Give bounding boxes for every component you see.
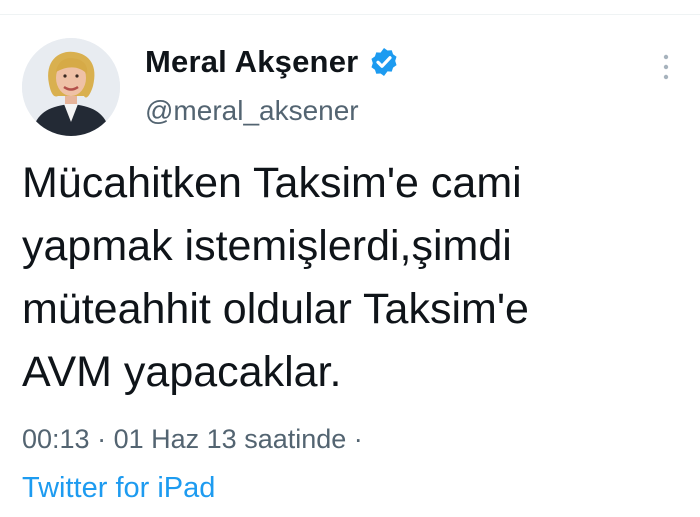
tweet-text-line: yapmak istemişlerdi,şimdi (22, 222, 512, 270)
meta-separator: · (353, 424, 363, 454)
author-display-name[interactable]: Meral Akşener (145, 44, 358, 80)
avatar-image (22, 38, 120, 136)
author-avatar[interactable] (22, 38, 120, 136)
verified-badge-icon (371, 48, 397, 76)
tweet-meta-row: 00:13 · 01 Haz 13 saatinde · (22, 424, 363, 455)
meta-separator: · (97, 424, 107, 454)
tweet-source-link[interactable]: Twitter for iPad (22, 472, 215, 505)
tweet-text-line: Mücahitken Taksim'e cami (22, 159, 522, 207)
tweet-time[interactable]: 00:13 (22, 424, 90, 454)
tweet-date[interactable]: 01 Haz 13 saatinde (114, 424, 347, 454)
author-handle[interactable]: @meral_aksener (145, 95, 359, 127)
top-divider (0, 14, 700, 15)
more-options-icon[interactable] (654, 50, 678, 84)
tweet-text: Mücahitken Taksim'e cami yapmak istemişl… (22, 152, 682, 404)
author-name-row[interactable]: Meral Akşener (145, 44, 400, 80)
tweet-text-line: müteahhit oldular Taksim'e (22, 285, 529, 333)
tweet-text-line: AVM yapacaklar. (22, 348, 342, 396)
